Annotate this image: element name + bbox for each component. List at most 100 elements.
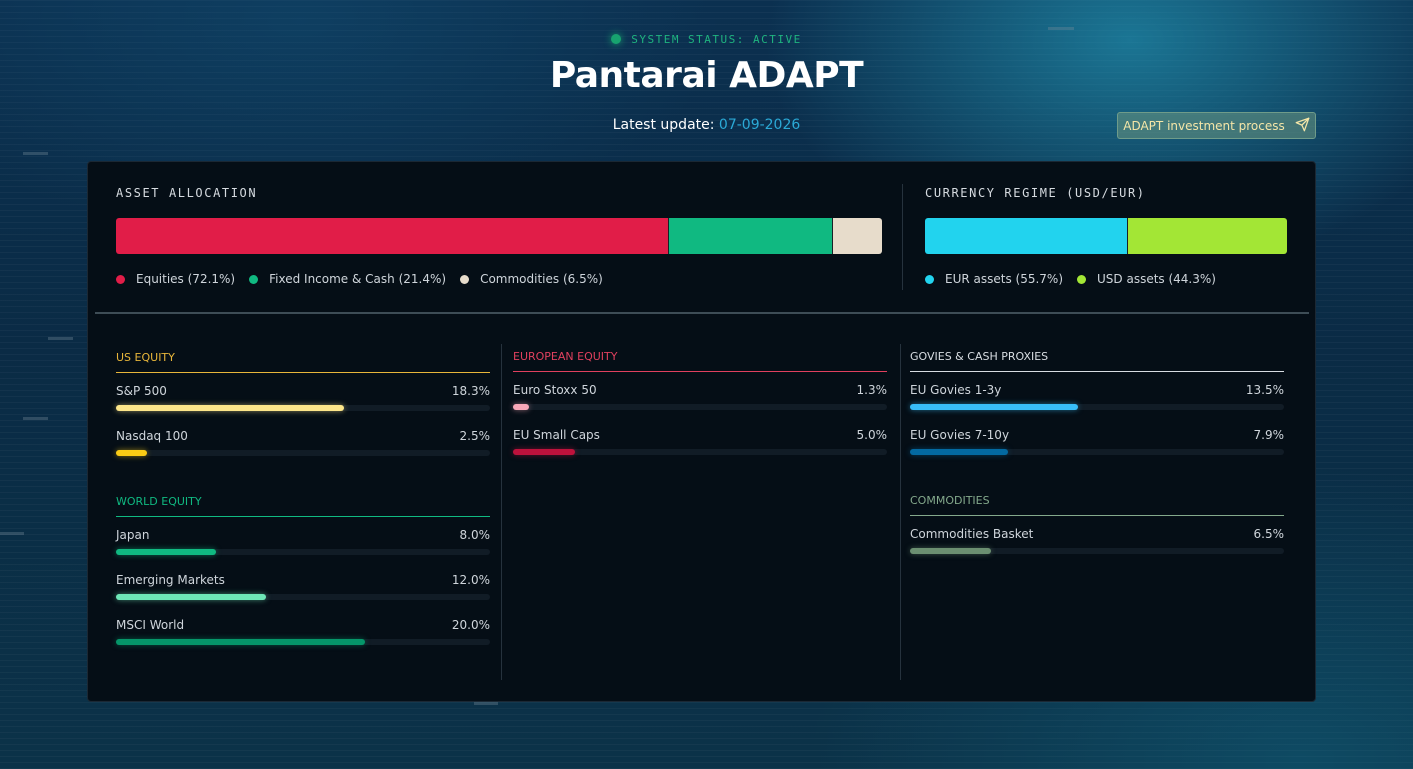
- group-title: US EQUITY: [116, 351, 490, 373]
- group-title: GOVIES & CASH PROXIES: [910, 350, 1284, 372]
- holding-row: EU Govies 7-10y 7.9%: [910, 428, 1284, 458]
- holding-percentage: 6.5%: [1253, 527, 1285, 541]
- currency-regime-bar: [925, 218, 1287, 254]
- holding-bar-fill: [513, 404, 530, 410]
- holding-bar-track: [513, 449, 887, 455]
- holding-row: Commodities Basket 6.5%: [910, 527, 1284, 557]
- holding-bar-fill: [116, 450, 148, 456]
- investment-process-button[interactable]: ADAPT investment process: [1117, 112, 1316, 139]
- asset-allocation-segment: [668, 218, 833, 254]
- holding-percentage: 20.0%: [451, 618, 490, 632]
- background-dash: [48, 337, 73, 340]
- group-title: WORLD EQUITY: [116, 495, 490, 517]
- legend-dot-icon: [116, 274, 125, 284]
- holding-bar-fill: [116, 405, 345, 411]
- asset-allocation-legend-item: Fixed Income & Cash (21.4%): [249, 272, 446, 286]
- asset-allocation-bar: [116, 218, 882, 254]
- legend-dot-icon: [460, 274, 470, 284]
- holding-group: COMMODITIES Commodities Basket 6.5%: [910, 494, 1284, 554]
- page-title: Pantarai ADAPT: [549, 55, 864, 96]
- legend-dot-icon: [249, 274, 259, 284]
- holding-bar-track: [116, 594, 490, 600]
- holding-bar-track: [116, 549, 490, 555]
- section-divider: [902, 184, 903, 290]
- legend-label: EUR assets (55.7%): [945, 272, 1064, 286]
- holding-row: Emerging Markets 12.0%: [116, 573, 490, 603]
- holding-row: EU Govies 1-3y 13.5%: [910, 383, 1284, 413]
- holding-row: Japan 8.0%: [116, 528, 490, 558]
- legend-label: Fixed Income & Cash (21.4%): [269, 272, 447, 286]
- holding-group: GOVIES & CASH PROXIES EU Govies 1-3y 13.5%…: [910, 350, 1284, 455]
- currency-regime-legend-item: USD assets (44.3%): [1077, 272, 1216, 286]
- send-icon: [1295, 117, 1310, 135]
- holding-group: US EQUITY S&P 500 18.3% Nasdaq 100 2.5%: [116, 351, 490, 456]
- asset-allocation-legend-item: Commodities (6.5%): [460, 272, 603, 286]
- holding-name: MSCI World: [116, 618, 185, 632]
- holding-bar-fill: [116, 594, 266, 600]
- asset-allocation-legend: Equities (72.1%) Fixed Income & Cash (21.…: [116, 272, 603, 286]
- holding-bar-fill: [910, 449, 1009, 455]
- legend-dot-icon: [1077, 274, 1087, 284]
- holding-percentage: 7.9%: [1253, 428, 1285, 442]
- holding-name: Nasdaq 100: [116, 429, 188, 443]
- holding-row: S&P 500 18.3%: [116, 384, 490, 414]
- status-indicator-icon: [611, 34, 622, 44]
- holding-name: Japan: [116, 528, 150, 542]
- holding-row: Nasdaq 100 2.5%: [116, 429, 490, 459]
- latest-update-label: Latest update:: [612, 117, 715, 133]
- holding-percentage: 5.0%: [856, 428, 888, 442]
- investment-process-label: ADAPT investment process: [1123, 118, 1285, 133]
- holding-name: Emerging Markets: [116, 573, 225, 587]
- currency-regime-legend-item: EUR assets (55.7%): [925, 272, 1063, 286]
- holding-name: EU Govies 1-3y: [910, 383, 1002, 397]
- asset-allocation-legend-item: Equities (72.1%): [116, 272, 235, 286]
- holding-bar-track: [910, 548, 1284, 554]
- holding-row: Euro Stoxx 50 1.3%: [513, 383, 887, 413]
- legend-dot-icon: [925, 274, 934, 284]
- holding-bar-fill: [910, 404, 1079, 410]
- system-status: SYSTEM STATUS: ACTIVE: [0, 33, 1413, 46]
- holding-percentage: 12.0%: [451, 573, 490, 587]
- holding-percentage: 18.3%: [451, 384, 490, 398]
- holding-group: EUROPEAN EQUITY Euro Stoxx 50 1.3% EU Small…: [513, 350, 887, 455]
- holding-group: WORLD EQUITY Japan 8.0% Emerging Markets 12.…: [116, 495, 490, 645]
- holding-bar-fill: [513, 449, 576, 455]
- background-dash: [23, 417, 48, 420]
- holding-percentage: 13.5%: [1245, 383, 1284, 397]
- background-dash: [1048, 27, 1074, 30]
- holding-name: Euro Stoxx 50: [513, 383, 597, 397]
- background-dash: [0, 532, 24, 535]
- holding-bar-track: [910, 404, 1284, 410]
- holding-percentage: 8.0%: [459, 528, 491, 542]
- holding-name: EU Small Caps: [513, 428, 600, 442]
- holding-bar-fill: [116, 549, 216, 555]
- currency-regime-legend: EUR assets (55.7%) USD assets (44.3%): [925, 272, 1216, 286]
- currency-regime-segment: [925, 218, 1127, 254]
- holding-bar-track: [910, 449, 1284, 455]
- system-status-text: SYSTEM STATUS: ACTIVE: [631, 33, 802, 46]
- holding-percentage: 1.3%: [856, 383, 888, 397]
- asset-allocation-segment: [832, 218, 882, 254]
- background-dash: [23, 152, 48, 155]
- latest-update-date: 07-09-2026: [718, 117, 801, 133]
- holding-bar-fill: [116, 639, 366, 645]
- group-title: COMMODITIES: [910, 494, 1284, 516]
- holding-bar-fill: [910, 548, 992, 554]
- holding-row: EU Small Caps 5.0%: [513, 428, 887, 458]
- horizontal-divider: [95, 312, 1309, 314]
- legend-label: Equities (72.1%): [136, 272, 236, 286]
- holding-name: S&P 500: [116, 384, 167, 398]
- currency-regime-segment: [1126, 218, 1287, 254]
- holding-percentage: 2.5%: [459, 429, 491, 443]
- holding-row: MSCI World 20.0%: [116, 618, 490, 648]
- holding-bar-track: [513, 404, 887, 410]
- group-title: EUROPEAN EQUITY: [513, 350, 887, 372]
- dashboard-panel: ASSET ALLOCATION Equities (72.1%) Fixed I…: [87, 161, 1316, 702]
- holding-bar-track: [116, 639, 490, 645]
- asset-allocation-title: ASSET ALLOCATION: [116, 186, 258, 200]
- holding-bar-track: [116, 450, 490, 456]
- legend-label: Commodities (6.5%): [480, 272, 603, 286]
- holding-name: EU Govies 7-10y: [910, 428, 1010, 442]
- background-dash: [474, 702, 498, 705]
- holding-bar-track: [116, 405, 490, 411]
